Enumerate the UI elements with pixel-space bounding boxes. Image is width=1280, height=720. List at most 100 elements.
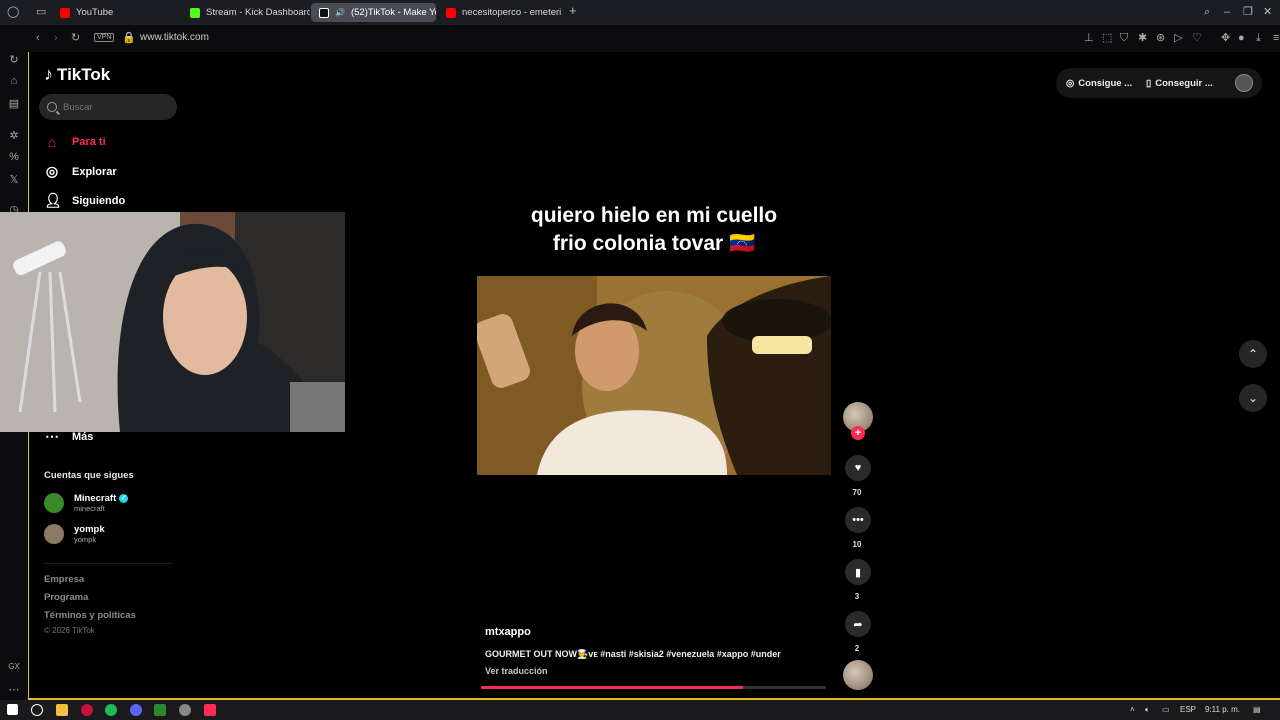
extensions-icon[interactable]: ✥ [1221,32,1230,44]
heart-icon: ♥ [854,462,862,474]
copyright: © 2026 TikTok [44,626,95,635]
verified-icon: ✓ [119,494,129,503]
compass-icon: ◎ [45,163,59,179]
nav-item-explorar[interactable]: ◎ Explorar [44,163,117,180]
spotify-icon[interactable] [105,704,117,716]
bookmark-icon: ▮ [854,566,862,579]
opera-gx-icon[interactable] [81,704,93,716]
percent-icon[interactable]: % [7,151,21,163]
footer-link-programa[interactable]: Programa [44,592,88,603]
download-icon[interactable]: ⤓ [1256,32,1261,44]
search-box[interactable] [39,94,177,120]
next-video-button[interactable]: ⌄ [1239,384,1267,412]
tab-tiktok[interactable]: 🔊 (52)TikTok - Make You [311,3,436,22]
video-author[interactable]: mtxappo [485,626,531,638]
nav-item-para-ti[interactable]: ⌂ Para ti [44,134,106,150]
chatgpt-icon[interactable]: ✲ [7,129,21,142]
forward-icon[interactable]: › [54,32,58,44]
save-button[interactable]: ▮ [845,559,871,585]
obs-icon[interactable] [179,704,191,716]
get-app-button[interactable]: ▯ Conseguir ... [1146,78,1213,89]
tab-youtube[interactable]: YouTube [52,3,182,22]
user-icon: 👤︎ [44,192,62,208]
share-icon: ➦ [853,618,863,631]
search-input[interactable] [63,101,163,113]
notifications-icon[interactable]: ▤ [1253,705,1261,714]
pin-icon[interactable]: ⊥ [1084,32,1094,44]
previous-video-button[interactable]: ⌃ [1239,340,1267,368]
divider [44,563,172,564]
following-item-yompk[interactable]: yompk yompk [44,524,105,544]
network-icon[interactable]: ▭ [1162,705,1170,714]
x-icon[interactable]: 𝕏 [7,173,21,186]
bag-icon[interactable]: ⌂ [7,75,21,87]
compass-icon[interactable]: ⊛ [1156,32,1165,44]
kick-favicon-icon [190,7,200,18]
get-coins-button[interactable]: ◎ Consigue ... [1066,78,1132,89]
translate-icon[interactable]: ✱ [1138,32,1147,44]
restore-icon[interactable]: ❐ [1243,6,1253,18]
logo-text: TikTok [57,64,111,84]
sound-disc-icon[interactable] [843,660,873,690]
profile-avatar[interactable] [1235,74,1253,92]
minimize-icon[interactable]: – [1224,6,1230,18]
footer-link-terminos[interactable]: Términos y políticas [44,610,136,621]
search-tabs-icon[interactable]: ⌕ [1204,6,1210,18]
tab-menu-icon[interactable]: ▭ [36,6,46,18]
snapshot-icon[interactable]: ⬚ [1102,32,1112,44]
gx-icon[interactable]: GX [7,662,21,671]
browser-tab-bar: ◯ ▭ YouTube Stream - Kick Dashboard 🔊 (5… [0,0,1280,25]
see-translation-link[interactable]: Ver traducción [485,666,548,676]
windows-start-icon[interactable] [7,704,18,715]
play-icon[interactable]: ▷ [1174,32,1182,44]
clock[interactable]: 9:11 p. m. [1205,705,1240,714]
more-icon[interactable]: ⋯ [7,683,21,696]
tab-label: necesitoperco - emeteri - Y [462,7,562,18]
tab-label: Stream - Kick Dashboard [206,7,310,18]
language-indicator[interactable]: ESP [1180,705,1196,714]
opera-logo-icon[interactable]: ◯ [7,6,19,18]
heart-icon[interactable]: ♡ [1192,32,1202,44]
like-button[interactable]: ♥ [845,455,871,481]
footer-link-empresa[interactable]: Empresa [44,574,84,585]
shield-icon[interactable]: ⛉ [1120,32,1128,44]
vpn-badge[interactable]: VPN [94,33,115,42]
tiktok-logo[interactable]: ♪ TikTok [44,64,110,85]
new-tab-icon[interactable]: + [569,4,577,17]
close-icon[interactable]: ✕ [1263,6,1272,18]
nav-item-siguiendo[interactable]: 👤︎ Siguiendo [44,192,125,209]
file-explorer-icon[interactable] [56,704,68,716]
tray-chevron-icon[interactable]: ˄ [1130,705,1135,714]
video-player[interactable] [477,276,831,475]
volume-icon[interactable]: 🔈︎ [1145,705,1150,715]
menu-icon[interactable]: ≡ [1273,32,1279,44]
home-icon: ⌂ [47,134,57,150]
video-progress-bar[interactable] [481,686,826,689]
top-right-actions: ◎ Consigue ... ▯ Conseguir ... [1056,68,1262,98]
gallery-icon[interactable]: ▤ [7,97,21,110]
speaker-icon[interactable]: 🔊 [335,8,345,17]
reload-icon[interactable]: ↻ [71,32,80,44]
url-field[interactable]: www.tiktok.com [140,32,209,43]
tab-kick[interactable]: Stream - Kick Dashboard [182,3,310,22]
lock-icon[interactable]: 🔒 [122,32,136,44]
share-button[interactable]: ➦ [845,611,871,637]
back-icon[interactable]: ‹ [36,32,40,44]
profile-icon[interactable]: ● [1238,32,1245,44]
comment-button[interactable]: ••• [845,507,871,533]
search-icon[interactable] [31,704,43,716]
webcam-overlay [0,212,345,432]
discord-icon[interactable] [130,704,142,716]
following-item-minecraft[interactable]: Minecraft ✓ minecraft [44,493,129,513]
aria-icon[interactable]: ↻ [7,53,21,66]
tab-necesitoperco[interactable]: necesitoperco - emeteri - Y [438,3,562,22]
follow-plus-icon[interactable]: + [851,426,865,440]
address-bar: ‹ › ↻ VPN 🔒 www.tiktok.com ⊥ ⬚ ⛉ ✱ ⊛ ▷ ♡… [28,25,1280,52]
video-description: GOURMET OUT NOW🧑‍🍳ᴠᴇ #nasti #skisia2 #ve… [485,649,781,659]
account-name: yompk [74,524,105,535]
like-count: 70 [852,488,862,497]
coins-icon: ◎ [1066,77,1075,89]
tiktok-app-icon[interactable] [204,704,216,716]
xbox-icon[interactable] [154,704,166,716]
youtube-favicon-icon [446,7,456,18]
